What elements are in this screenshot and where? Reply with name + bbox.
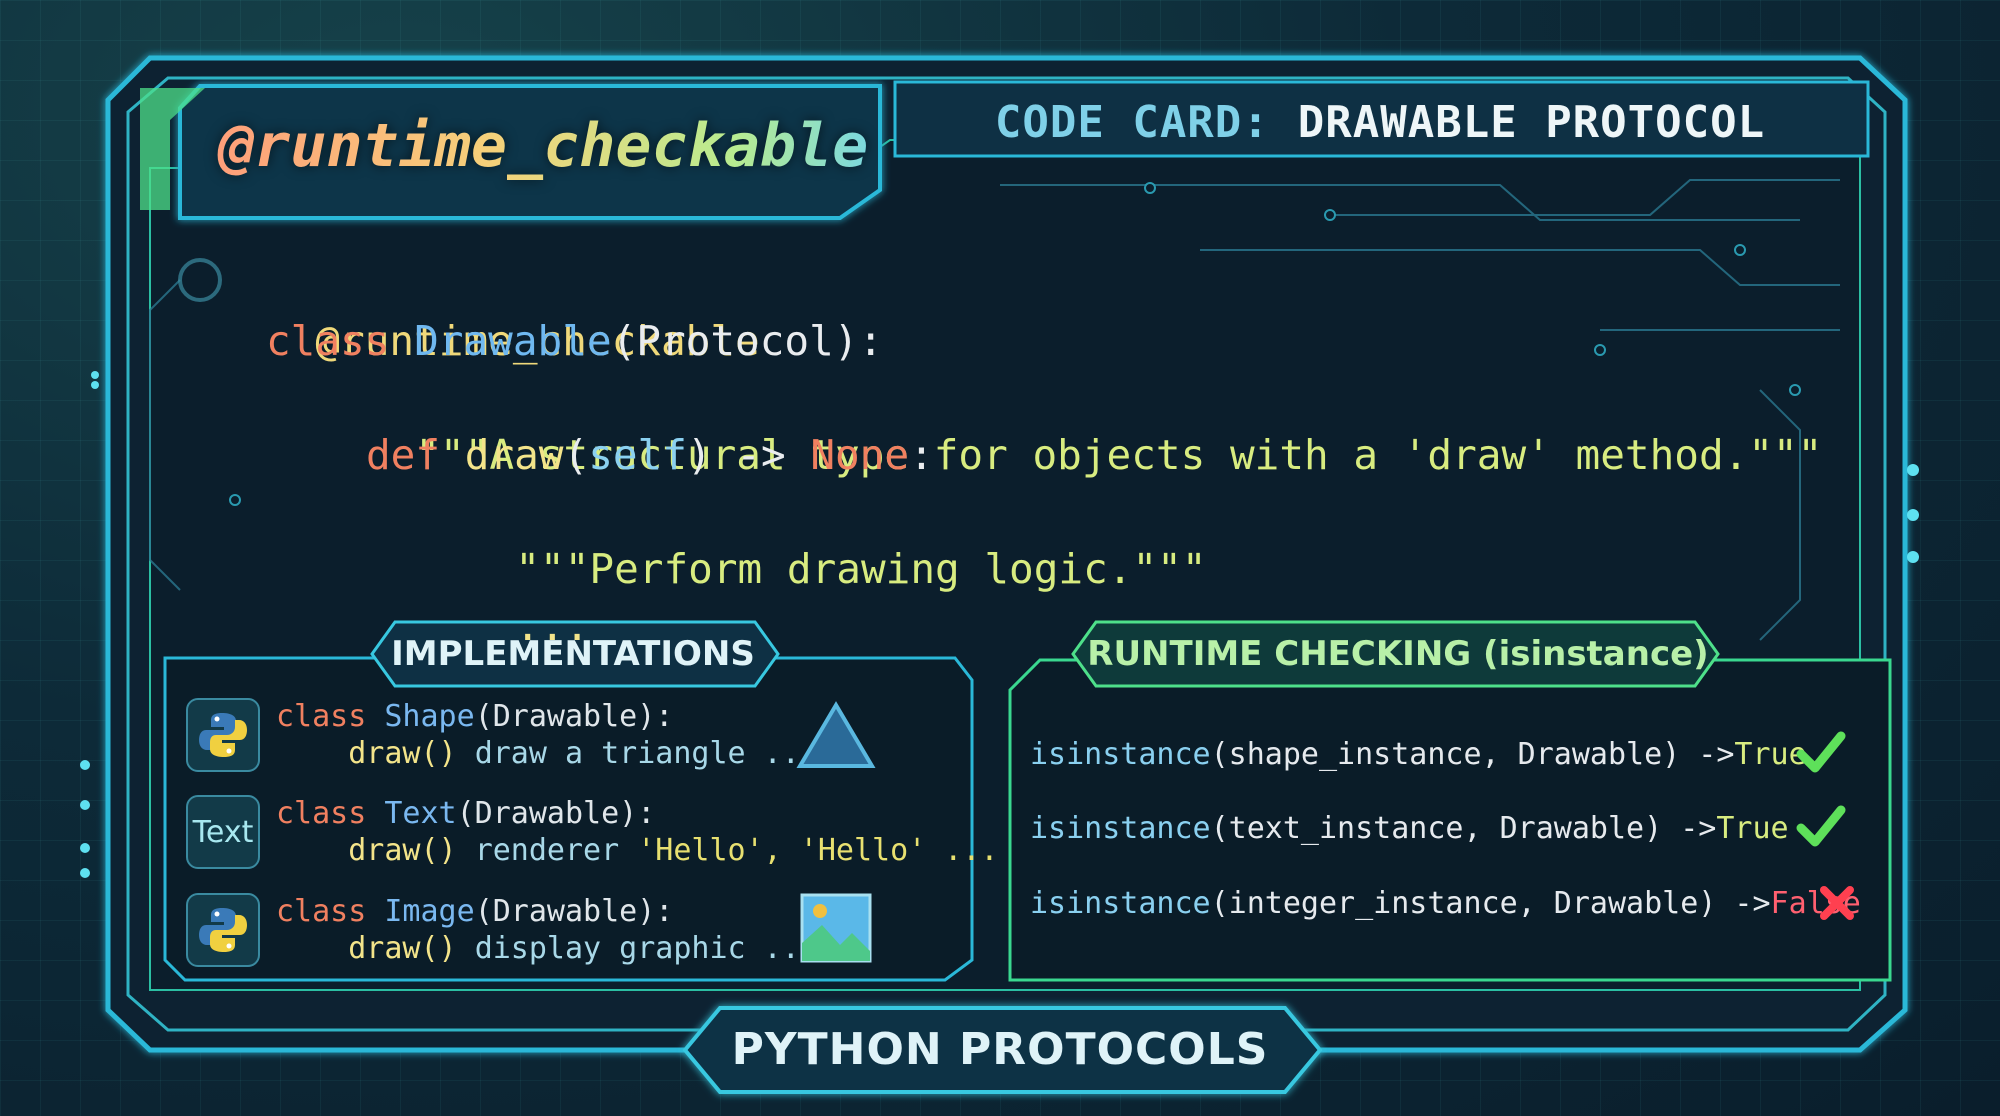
implementations-label: IMPLEMENTATIONS [391,634,755,674]
class-name: Image [384,894,475,929]
return-arrow: ) -> [686,431,786,479]
return-type: None [810,431,910,479]
code-line-class: class Drawable(Protocol): [266,313,883,370]
check-icon [1796,731,1846,773]
impl-item-shape: class Shape(Drawable): draw() draw a tri… [186,694,818,776]
image-icon [800,893,872,963]
class-name: Shape [384,699,475,734]
class-base: (Drawable): [456,796,656,831]
card-title-label: CODE CARD: [994,96,1270,148]
draw-call: draw() [348,736,457,771]
triangle-icon [796,701,876,768]
draw-description: renderer [474,833,620,868]
cross-icon [1820,886,1854,920]
check-line-text: isinstance (text_instance, Drawable) -> T… [1030,806,1789,850]
class-base: (Protocol): [611,317,884,365]
impl-item-text: Text class Text(Drawable): draw() render… [186,791,998,873]
isinstance-fn: isinstance [1030,885,1211,921]
draw-call: draw() [348,833,457,868]
class-name: Text [384,796,457,831]
card-title-value: DRAWABLE PROTOCOL [1297,96,1766,148]
card-title: CODE CARD: DRAWABLE PROTOCOL [900,90,1860,154]
class-keyword: class [276,894,367,929]
class-base: (Drawable): [474,699,674,734]
text-icon: Text [186,795,260,869]
isinstance-args: (integer_instance, Drawable) -> [1210,885,1771,921]
draw-call: draw() [348,931,457,966]
class-base: (Drawable): [474,894,674,929]
result-value: True [1716,810,1789,846]
draw-string: 'Hello', 'Hello' ... [637,833,999,868]
class-keyword: class [266,317,390,365]
impl-code-image: class Image(Drawable): draw() display gr… [276,893,818,967]
check-line-integer: isinstance (integer_instance, Drawable) -… [1030,881,1861,925]
python-protocols-footer: PYTHON PROTOCOLS [731,1023,1269,1075]
draw-description: draw a triangle ... [474,736,818,771]
impl-code-shape: class Shape(Drawable): draw() draw a tri… [276,698,818,772]
check-icon [1796,805,1846,847]
class-keyword: class [276,699,367,734]
runtime-checking-label: RUNTIME CHECKING (isinstance) [1087,634,1709,674]
isinstance-args: (text_instance, Drawable) -> [1210,810,1717,846]
draw-description: display graphic ... [474,931,818,966]
impl-code-text: class Text(Drawable): draw() renderer 'H… [276,795,998,869]
colon: : [909,431,934,479]
runtime-checkable-title: @runtime_checkable [190,88,870,204]
method-docstring: """Perform drawing logic.""" [515,545,1207,593]
class-keyword: class [276,796,367,831]
check-line-shape: isinstance (shape_instance, Drawable) -> … [1030,732,1807,776]
isinstance-fn: isinstance [1030,810,1211,846]
impl-item-image: class Image(Drawable): draw() display gr… [186,889,818,971]
self-param: self [588,431,687,479]
python-logo-icon [186,698,260,772]
isinstance-fn: isinstance [1030,736,1211,772]
paren-open: ( [563,431,589,479]
text-icon-label: Text [192,814,254,850]
python-logo-icon [186,893,260,967]
class-name: Drawable [414,317,612,365]
method-name: draw [464,431,564,479]
def-keyword: def [366,431,441,479]
isinstance-args: (shape_instance, Drawable) -> [1210,736,1735,772]
code-line-def: def draw(self) -> None: [366,427,934,484]
